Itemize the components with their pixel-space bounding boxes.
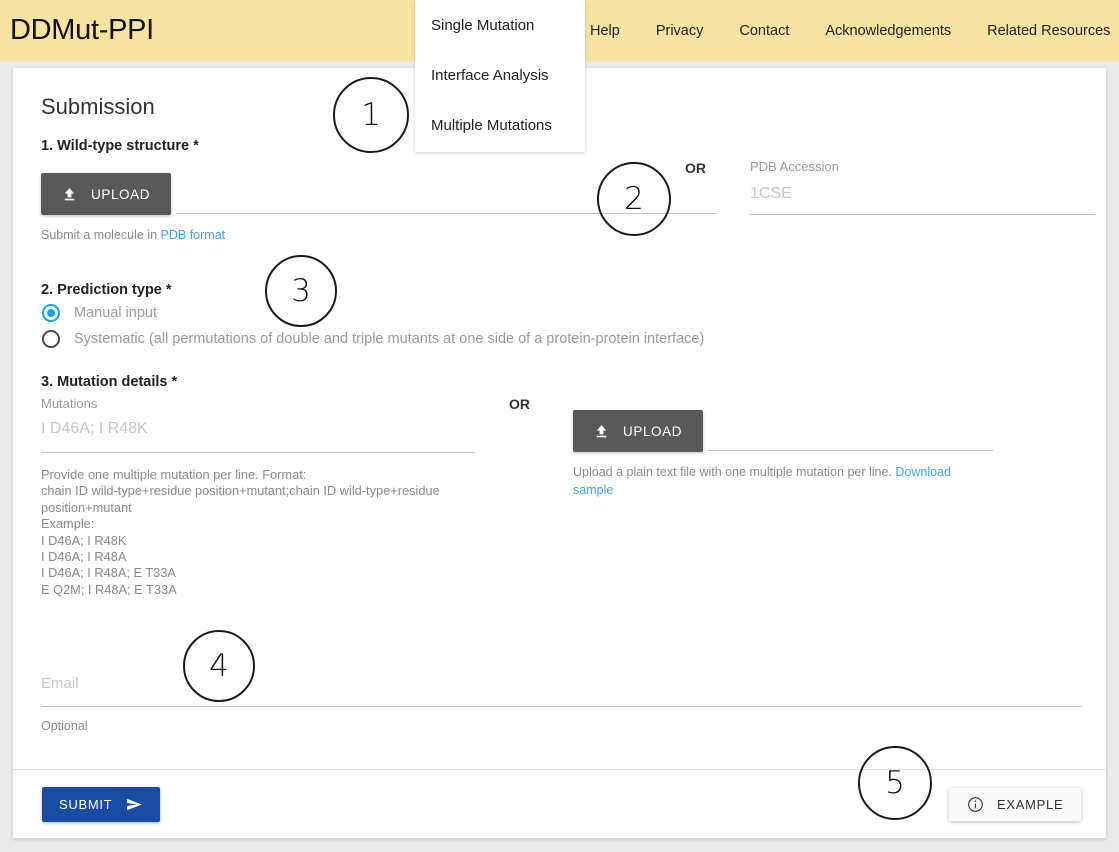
footer-divider	[13, 769, 1106, 770]
send-arrow-icon	[127, 798, 143, 811]
wildtype-structure-hint: Submit a molecule in PDB format	[41, 226, 225, 244]
mutations-field-label: Mutations	[41, 396, 98, 411]
wildtype-hint-text: Submit a molecule in	[41, 228, 161, 242]
submit-button-label: SUBMIT	[59, 797, 113, 812]
main-navigation: Help Privacy Contact Acknowledgements Re…	[586, 0, 1119, 61]
upload-button-label: UPLOAD	[623, 423, 683, 439]
pdb-format-link[interactable]: PDB format	[161, 228, 226, 242]
upload-button-label: UPLOAD	[91, 186, 151, 202]
upload-icon	[64, 187, 75, 200]
example-button[interactable]: EXAMPLE	[949, 788, 1082, 821]
mutations-underline	[41, 452, 475, 453]
step2-label: 2. Prediction type *	[41, 282, 172, 298]
dropdown-item-single-mutation[interactable]: Single Mutation	[415, 0, 585, 50]
navigation-dropdown-menu: Single Mutation Interface Analysis Multi…	[415, 0, 585, 152]
mutations-input[interactable]: I D46A; I R48K	[41, 420, 148, 438]
mutation-upload-hint-text: Upload a plain text file with one multip…	[573, 465, 896, 479]
annotation-circle-5: 5	[858, 746, 932, 820]
prediction-type-manual-input[interactable]: Manual input	[42, 304, 157, 322]
nav-item-contact[interactable]: Contact	[721, 23, 807, 39]
radio-systematic-label: Systematic (all permutations of double a…	[74, 331, 705, 347]
email-input[interactable]: Email	[41, 675, 79, 692]
pdb-accession-label: PDB Accession	[750, 159, 839, 174]
submit-button[interactable]: SUBMIT	[42, 787, 161, 822]
page-title: Submission	[41, 94, 155, 119]
mutation-file-underline	[708, 450, 993, 451]
pdb-accession-input[interactable]: 1CSE	[750, 185, 792, 203]
mutations-or-label: OR	[509, 396, 530, 412]
upload-icon	[596, 424, 607, 437]
email-underline	[41, 706, 1082, 707]
radio-manual-input[interactable]	[42, 304, 60, 322]
nav-item-help[interactable]: Help	[586, 23, 638, 39]
submission-card: Submission 1. Wild-type structure * UPLO…	[13, 68, 1106, 838]
nav-item-related-resources[interactable]: Related Resources	[969, 23, 1119, 39]
dropdown-item-interface-analysis[interactable]: Interface Analysis	[415, 50, 585, 100]
email-optional-hint: Optional	[41, 719, 88, 733]
annotation-circle-2: 2	[597, 162, 671, 236]
radio-manual-input-label: Manual input	[74, 305, 158, 321]
mutation-file-upload-button[interactable]: UPLOAD	[573, 410, 704, 452]
dropdown-item-multiple-mutations[interactable]: Multiple Mutations	[415, 100, 585, 150]
wildtype-structure-upload-button[interactable]: UPLOAD	[41, 173, 172, 215]
pdb-accession-underline	[750, 214, 1095, 215]
annotation-circle-4: 4	[183, 630, 255, 702]
step3-label: 3. Mutation details *	[41, 374, 178, 390]
annotation-circle-3: 3	[265, 255, 337, 327]
nav-item-privacy[interactable]: Privacy	[638, 23, 722, 39]
mutation-format-help: Provide one multiple mutation per line. …	[41, 467, 440, 597]
example-button-label: EXAMPLE	[997, 797, 1064, 812]
annotation-circle-1: 1	[333, 77, 409, 153]
mutation-upload-hint: Upload a plain text file with one multip…	[573, 463, 973, 499]
structure-or-label: OR	[685, 160, 706, 176]
nav-item-acknowledgements[interactable]: Acknowledgements	[807, 23, 969, 39]
brand-logo[interactable]: DDMut-PPI	[10, 14, 154, 47]
step1-label: 1. Wild-type structure *	[41, 138, 199, 154]
info-icon	[968, 797, 983, 812]
radio-systematic[interactable]	[42, 330, 60, 348]
prediction-type-systematic[interactable]: Systematic (all permutations of double a…	[42, 330, 704, 348]
